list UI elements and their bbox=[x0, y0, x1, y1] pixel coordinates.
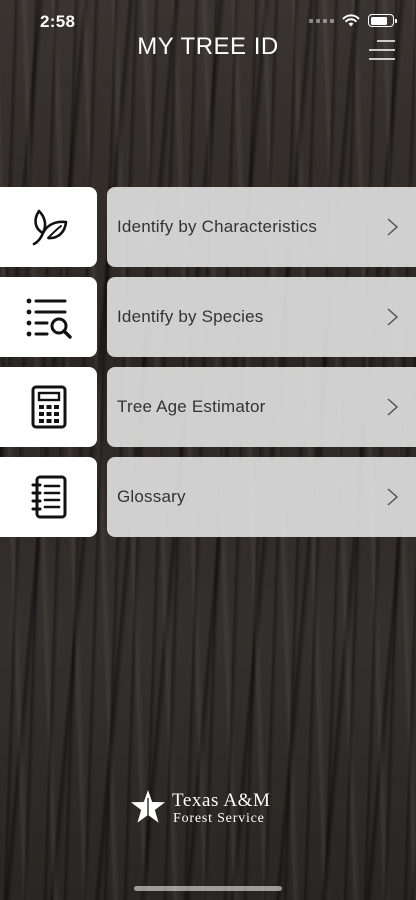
menu-icon-tile[interactable] bbox=[0, 367, 97, 447]
cellular-signal-icon bbox=[309, 18, 334, 23]
status-icons bbox=[309, 14, 397, 27]
menu-label-box[interactable]: Tree Age Estimator bbox=[107, 367, 416, 447]
menu-label-box[interactable]: Glossary bbox=[107, 457, 416, 537]
menu-icon-tile[interactable] bbox=[0, 277, 97, 357]
logo-line1: Texas A&M bbox=[172, 790, 271, 811]
menu-item-tree-age-estimator[interactable]: Tree Age Estimator bbox=[0, 367, 416, 447]
chevron-right-icon bbox=[387, 488, 399, 506]
chevron-right-icon bbox=[387, 218, 399, 236]
app-title: MY TREE ID bbox=[137, 33, 279, 60]
menu-item-identify-by-characteristics[interactable]: Identify by Characteristics bbox=[0, 187, 416, 267]
menu-item-label: Glossary bbox=[117, 487, 186, 506]
chevron-right-icon bbox=[387, 398, 399, 416]
logo-line2: Forest Service bbox=[173, 811, 265, 826]
menu-item-label: Tree Age Estimator bbox=[117, 397, 266, 416]
battery-level bbox=[370, 16, 388, 25]
menu-item-label: Identify by Characteristics bbox=[117, 217, 318, 236]
main-menu: Identify by Characteristics Identify by bbox=[0, 187, 416, 547]
battery-icon bbox=[368, 14, 397, 27]
menu-item-identify-by-species[interactable]: Identify by Species bbox=[0, 277, 416, 357]
menu-icon-tile[interactable] bbox=[0, 457, 97, 537]
menu-item-label: Identify by Species bbox=[117, 307, 264, 326]
menu-icon-tile[interactable] bbox=[0, 187, 97, 267]
wifi-icon bbox=[342, 14, 360, 27]
notebook-icon bbox=[31, 475, 66, 519]
menu-item-glossary[interactable]: Glossary bbox=[0, 457, 416, 537]
texas-am-forest-service-logo: Texas A&M Forest Service bbox=[130, 788, 290, 828]
home-indicator bbox=[134, 886, 282, 891]
menu-label-box[interactable]: Identify by Species bbox=[107, 277, 416, 357]
app-header: MY TREE ID bbox=[0, 30, 416, 70]
leaf-icon bbox=[32, 209, 67, 246]
list-search-icon bbox=[26, 298, 72, 339]
calculator-icon bbox=[31, 385, 66, 429]
star-icon bbox=[131, 790, 165, 823]
menu-label-box[interactable]: Identify by Characteristics bbox=[107, 187, 416, 267]
hamburger-menu-icon[interactable] bbox=[368, 39, 396, 61]
status-time: 2:58 bbox=[40, 12, 76, 31]
chevron-right-icon bbox=[387, 308, 399, 326]
